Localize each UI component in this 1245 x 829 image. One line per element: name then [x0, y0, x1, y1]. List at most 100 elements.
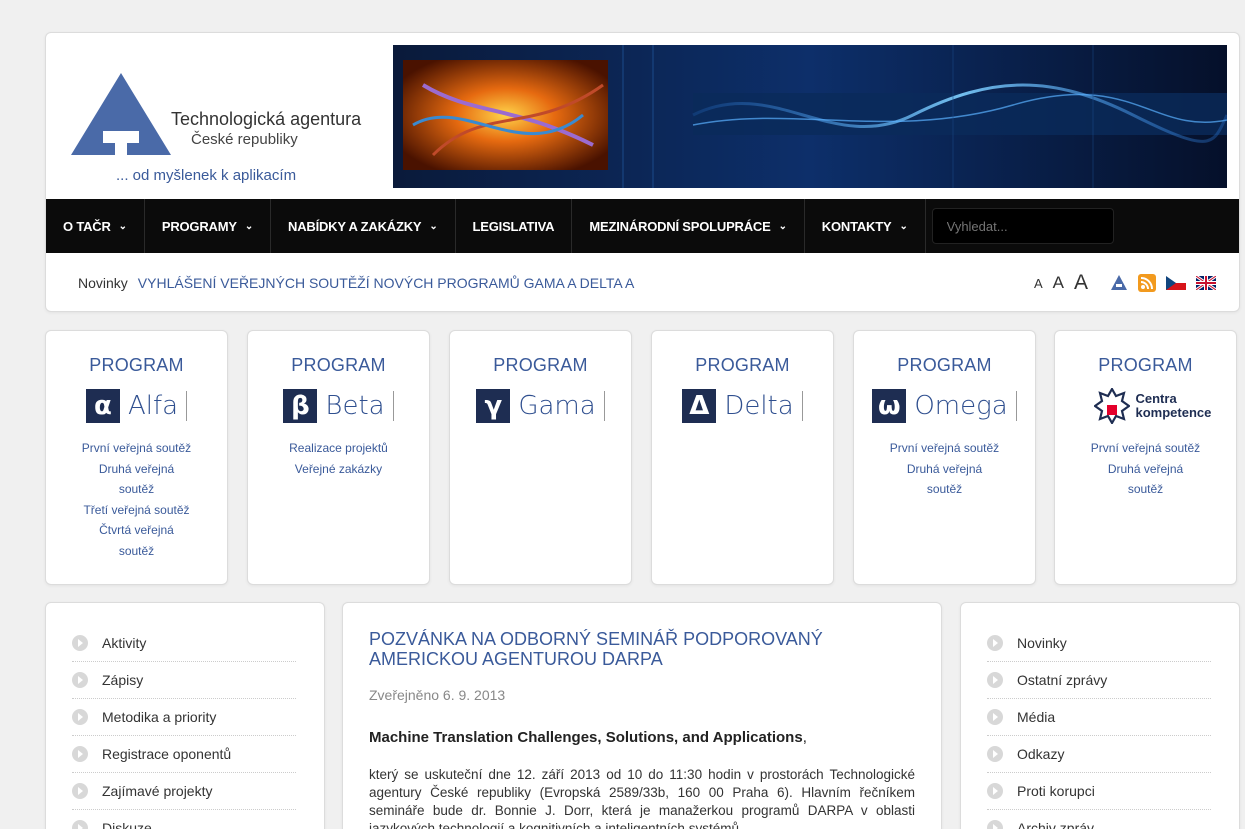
program-name: Delta	[724, 391, 794, 421]
sidebar-item-diskuze[interactable]: Diskuze	[72, 810, 296, 829]
nav-item-o-tacr[interactable]: O TAČR ⌄	[46, 199, 145, 253]
header-tools: A A A	[1034, 271, 1216, 295]
program-card-gama[interactable]: PROGRAM γ Gama	[449, 330, 632, 585]
program-logo[interactable]: Δ Delta	[652, 386, 833, 426]
sidebar-item-label: Zajímavé projekty	[102, 783, 213, 799]
arrow-bullet-icon	[72, 783, 88, 799]
main-article: POZVÁNKA NA ODBORNÝ SEMINÁŘ PODPOROVANÝ …	[342, 602, 942, 829]
sidebar-item-proti-korupci[interactable]: Proti korupci	[987, 773, 1211, 810]
sidebar-item-label: Novinky	[1017, 635, 1067, 651]
left-sidebar: Aktivity Zápisy Metodika a priority Regi…	[45, 602, 325, 829]
program-link[interactable]: Veřejné zakázky	[270, 459, 407, 480]
tacr-home-icon[interactable]	[1110, 274, 1128, 292]
sidebar-item-archiv-zprav[interactable]: Archiv zpráv	[987, 810, 1211, 829]
sidebar-item-label: Ostatní zprávy	[1017, 672, 1108, 688]
program-card-beta[interactable]: PROGRAM β Beta Realizace projektů Veřejn…	[247, 330, 430, 585]
beta-symbol-icon: β	[283, 389, 318, 423]
article-body: který se uskuteční dne 12. září 2013 od …	[369, 767, 915, 829]
program-card-centra-kompetence[interactable]: PROGRAM Centra kompetence První veřejná …	[1054, 330, 1237, 585]
program-link[interactable]: První veřejná soutěž	[1077, 438, 1214, 459]
sidebar-item-odkazy[interactable]: Odkazy	[987, 736, 1211, 773]
article-title[interactable]: POZVÁNKA NA ODBORNÝ SEMINÁŘ PODPOROVANÝ …	[369, 629, 915, 669]
sidebar-item-label: Diskuze	[102, 820, 152, 829]
nav-label: PROGRAMY	[161, 218, 237, 234]
arrow-bullet-icon	[72, 746, 88, 762]
sidebar-item-label: Registrace oponentů	[102, 746, 232, 762]
nav-item-legislativa[interactable]: LEGISLATIVA	[456, 199, 573, 253]
arrow-bullet-icon	[987, 820, 1003, 829]
chevron-down-icon: ⌄	[429, 220, 438, 232]
program-card-omega[interactable]: PROGRAM ω Omega První veřejná soutěž Dru…	[853, 330, 1036, 585]
nav-item-nabidky[interactable]: NABÍDKY A ZAKÁZKY ⌄	[271, 199, 456, 253]
arrow-bullet-icon	[987, 672, 1003, 688]
news-headline-link[interactable]: VYHLÁŠENÍ VEŘEJNÝCH SOUTĚŽÍ NOVÝCH PROGR…	[138, 275, 635, 291]
sidebar-item-zapisy[interactable]: Zápisy	[72, 662, 296, 699]
sidebar-item-metodika[interactable]: Metodika a priority	[72, 699, 296, 736]
program-title: PROGRAM	[493, 355, 588, 375]
header-banner	[393, 45, 1227, 188]
program-link[interactable]: První veřejná soutěž	[68, 438, 205, 459]
program-title: PROGRAM	[695, 355, 790, 375]
main-nav: O TAČR ⌄ PROGRAMY ⌄ NABÍDKY A ZAKÁZKY ⌄ LEG…	[46, 199, 1239, 253]
program-link[interactable]: Druhá veřejná soutěž	[1077, 459, 1214, 500]
divider	[186, 391, 188, 421]
program-title: PROGRAM	[897, 355, 992, 375]
article-subtitle-text: Machine Translation Challenges, Solution…	[369, 729, 803, 746]
sidebar-item-novinky[interactable]: Novinky	[987, 625, 1211, 662]
program-title: PROGRAM	[1098, 355, 1193, 375]
nav-item-programy[interactable]: PROGRAMY ⌄	[145, 199, 272, 253]
divider	[603, 391, 605, 421]
sidebar-item-registrace[interactable]: Registrace oponentů	[72, 736, 296, 773]
program-logo[interactable]: α Alfa	[46, 386, 227, 426]
nav-label: O TAČR	[63, 218, 111, 234]
nav-label: NABÍDKY A ZAKÁZKY	[288, 218, 422, 234]
centra-kompetence-icon	[1093, 388, 1130, 424]
sidebar-item-media[interactable]: Média	[987, 699, 1211, 736]
header: Technologická agentura České republiky .…	[45, 32, 1240, 312]
program-link[interactable]: Druhá veřejná soutěž	[68, 459, 205, 500]
divider	[1015, 391, 1017, 421]
chevron-down-icon: ⌄	[118, 220, 127, 232]
tagline: ... od myšlenek k aplikacím	[116, 167, 297, 184]
omega-symbol-icon: ω	[872, 389, 907, 423]
program-links: První veřejná soutěž Druhá veřejná soutě…	[854, 438, 1035, 500]
nav-label: KONTAKTY	[821, 218, 892, 234]
divider	[392, 391, 394, 421]
font-size-medium[interactable]: A	[1053, 273, 1064, 293]
sidebar-item-label: Média	[1017, 709, 1056, 725]
alpha-symbol-icon: α	[85, 389, 120, 423]
program-link[interactable]: První veřejná soutěž	[876, 438, 1013, 459]
sidebar-item-zajimave-projekty[interactable]: Zajímavé projekty	[72, 773, 296, 810]
program-logo[interactable]: γ Gama	[450, 386, 631, 426]
divider	[801, 391, 803, 421]
font-size-small[interactable]: A	[1034, 276, 1043, 291]
sidebar-item-label: Archiv zpráv	[1017, 820, 1095, 829]
sidebar-item-aktivity[interactable]: Aktivity	[72, 625, 296, 662]
program-link[interactable]: Druhá veřejná soutěž	[876, 459, 1013, 500]
arrow-bullet-icon	[987, 746, 1003, 762]
program-card-delta[interactable]: PROGRAM Δ Delta	[651, 330, 834, 585]
sidebar-item-ostatni-zpravy[interactable]: Ostatní zprávy	[987, 662, 1211, 699]
nav-item-kontakty[interactable]: KONTAKTY ⌄	[805, 199, 926, 253]
program-link[interactable]: Realizace projektů	[270, 438, 407, 459]
program-title: PROGRAM	[89, 355, 184, 375]
program-title: PROGRAM	[291, 355, 386, 375]
program-logo[interactable]: ω Omega	[854, 386, 1035, 426]
program-link[interactable]: Třetí veřejná soutěž	[68, 500, 205, 521]
article-subtitle: Machine Translation Challenges, Solution…	[369, 729, 915, 746]
program-card-alfa[interactable]: PROGRAM α Alfa První veřejná soutěž Druh…	[45, 330, 228, 585]
program-logo[interactable]: β Beta	[248, 386, 429, 426]
search-input[interactable]	[931, 208, 1114, 244]
delta-symbol-icon: Δ	[682, 389, 717, 423]
arrow-bullet-icon	[987, 709, 1003, 725]
font-size-large[interactable]: A	[1074, 271, 1088, 295]
program-link[interactable]: Čtvrtá veřejná soutěž	[68, 520, 205, 561]
program-logo[interactable]: Centra kompetence	[1055, 386, 1236, 426]
czech-flag-icon[interactable]	[1166, 276, 1186, 290]
sidebar-item-label: Metodika a priority	[102, 709, 217, 725]
uk-flag-icon[interactable]	[1196, 276, 1216, 290]
rss-icon[interactable]	[1138, 274, 1156, 292]
nav-item-mezinarodni[interactable]: MEZINÁRODNÍ SPOLUPRÁCE ⌄	[572, 199, 805, 253]
sidebar-item-label: Proti korupci	[1017, 783, 1095, 799]
sidebar-item-label: Odkazy	[1017, 746, 1065, 762]
